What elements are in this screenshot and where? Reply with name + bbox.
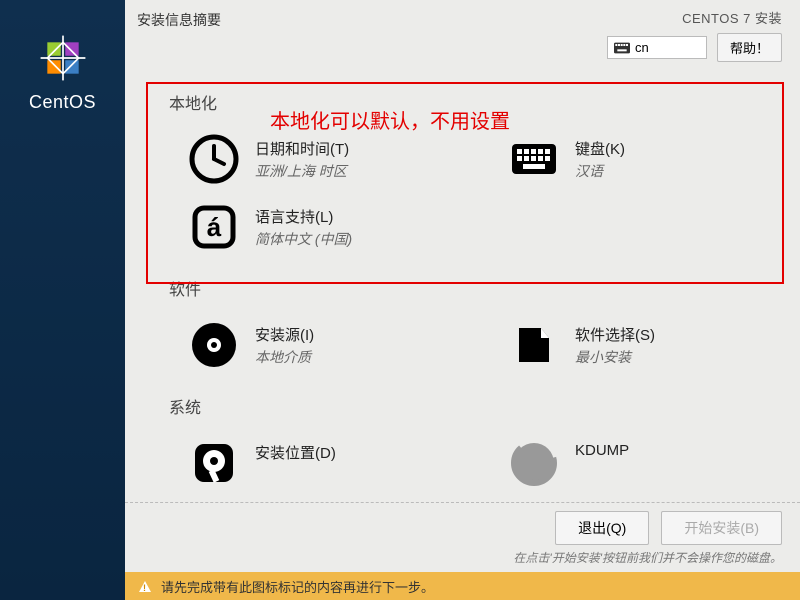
keyboard-title: 键盘(K): [575, 138, 625, 159]
package-icon: [509, 320, 559, 370]
footer-hint: 在点击'开始安装'按钮前我们并不会操作您的磁盘。: [513, 549, 782, 566]
centos-logo-icon: [35, 30, 91, 86]
spoke-software-selection[interactable]: 软件选择(S) 最小安装: [509, 320, 769, 370]
language-sub: 简体中文 (中国): [255, 229, 352, 249]
kdump-title: KDUMP: [575, 442, 629, 459]
brand-logo: CentOS: [29, 30, 96, 113]
brand-name: CentOS: [29, 92, 96, 113]
selection-title: 软件选择(S): [575, 324, 655, 345]
footer: 退出(Q) 开始安装(B) 在点击'开始安装'按钮前我们并不会操作您的磁盘。: [125, 502, 800, 572]
page-subtitle: CENTOS 7 安装: [682, 8, 782, 27]
keyboard-sub: 汉语: [575, 161, 625, 181]
kdump-icon: [509, 438, 559, 488]
spoke-keyboard[interactable]: 键盘(K) 汉语: [509, 134, 769, 184]
page-title: 安装信息摘要: [137, 10, 221, 30]
svg-text:á: á: [207, 212, 222, 242]
section-system: 系统 安装位置(D) KDUMP: [149, 394, 776, 488]
keyboard-icon: [614, 42, 630, 54]
layout-code: cn: [635, 40, 649, 55]
help-button[interactable]: 帮助！: [717, 33, 782, 62]
section-header-system: 系统: [149, 394, 776, 418]
spoke-datetime[interactable]: 日期和时间(T) 亚洲/上海 时区: [189, 134, 449, 184]
keyboard-layout-indicator[interactable]: cn: [607, 36, 707, 59]
clock-icon: [189, 134, 239, 184]
language-icon: á: [189, 202, 239, 252]
spoke-install-source[interactable]: 安装源(I) 本地介质: [189, 320, 449, 370]
annotation-text: 本地化可以默认，不用设置: [270, 105, 510, 134]
section-software: 软件 安装源(I) 本地介质 软件选择(S): [149, 276, 776, 370]
spoke-language[interactable]: á 语言支持(L) 简体中文 (中国): [189, 202, 449, 252]
datetime-sub: 亚洲/上海 时区: [255, 161, 349, 181]
datetime-title: 日期和时间(T): [255, 138, 349, 159]
disc-icon: [189, 320, 239, 370]
spoke-kdump[interactable]: KDUMP: [509, 438, 769, 488]
harddrive-icon: [189, 438, 239, 488]
warning-bar: 请先完成带有此图标标记的内容再进行下一步。: [125, 572, 800, 600]
quit-button[interactable]: 退出(Q): [555, 511, 649, 545]
destination-title: 安装位置(D): [255, 442, 336, 463]
section-header-software: 软件: [149, 276, 776, 300]
spoke-install-destination[interactable]: 安装位置(D): [189, 438, 449, 488]
warning-text: 请先完成带有此图标标记的内容再进行下一步。: [161, 577, 434, 596]
keyboard-icon: [509, 134, 559, 184]
warning-icon: [139, 581, 151, 592]
begin-install-button[interactable]: 开始安装(B): [661, 511, 782, 545]
selection-sub: 最小安装: [575, 347, 655, 367]
source-sub: 本地介质: [255, 347, 314, 367]
topbar: 安装信息摘要 CENTOS 7 安装 cn 帮助！: [125, 0, 800, 62]
language-title: 语言支持(L): [255, 206, 352, 227]
source-title: 安装源(I): [255, 324, 314, 345]
sidebar: CentOS: [0, 0, 125, 600]
